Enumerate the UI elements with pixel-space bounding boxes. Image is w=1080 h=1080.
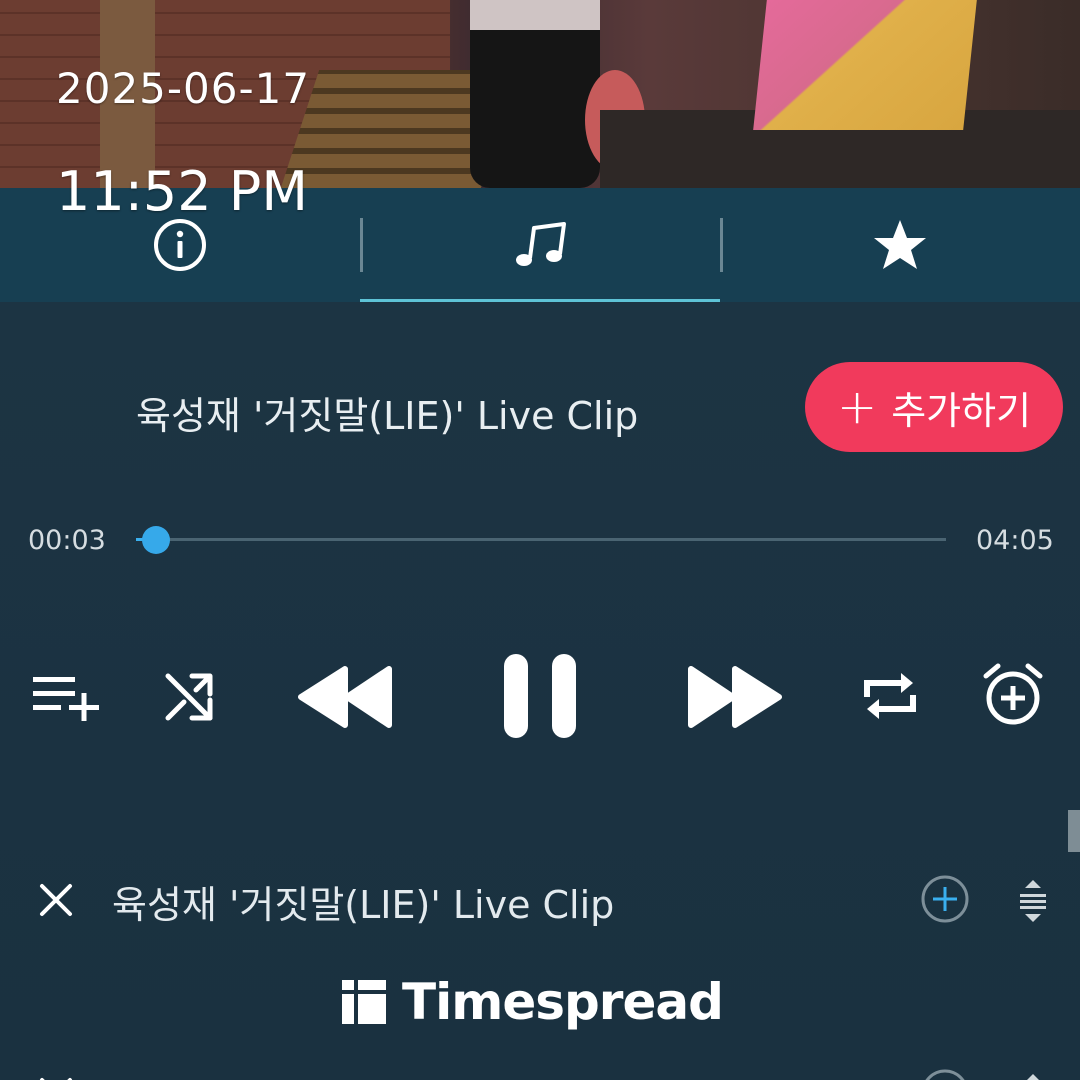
rewind-button[interactable] — [294, 664, 396, 730]
pause-button[interactable] — [500, 652, 580, 740]
tab-favorites[interactable] — [720, 188, 1080, 302]
shuffle-icon — [165, 673, 213, 721]
tab-music[interactable] — [360, 188, 720, 302]
queue-item-title: 하프 — [112, 1068, 182, 1080]
timespread-watermark: Timespread — [340, 972, 724, 1032]
timespread-logo-icon — [342, 980, 386, 1024]
music-note-icon — [516, 222, 566, 266]
seek-bar[interactable] — [136, 526, 946, 554]
remove-from-queue-button[interactable] — [36, 1072, 76, 1080]
queue-item-drag-handle[interactable] — [1014, 876, 1052, 930]
pause-icon — [504, 654, 576, 738]
overlay-date: 2025-06-17 — [56, 64, 311, 113]
plus-icon: + — [836, 379, 878, 435]
scrollbar-thumb[interactable] — [1068, 810, 1080, 852]
queue-item[interactable]: 육성재 '거짓말(LIE)' Live Clip — [0, 860, 1080, 940]
fast-forward-button[interactable] — [684, 664, 786, 730]
repeat-button[interactable] — [860, 666, 920, 726]
queue-item-title: 육성재 '거짓말(LIE)' Live Clip — [112, 883, 615, 927]
close-icon — [40, 1078, 72, 1080]
drag-handle-icon — [1020, 880, 1046, 922]
shuffle-button[interactable] — [160, 666, 220, 726]
remove-from-queue-button[interactable] — [36, 878, 76, 922]
queue-item-add-button[interactable] — [920, 1068, 970, 1080]
queue-item-drag-handle[interactable] — [1014, 1070, 1052, 1080]
add-button[interactable]: + 추가하기 — [805, 362, 1063, 452]
close-icon — [40, 884, 72, 916]
watermark-text: Timespread — [402, 973, 724, 1031]
repeat-icon — [864, 673, 916, 719]
rewind-icon — [298, 666, 392, 728]
video-scene-person — [470, 0, 600, 188]
queue-item-add-button[interactable] — [920, 874, 970, 928]
add-button-label: 추가하기 — [891, 388, 1032, 433]
seek-bar-thumb[interactable] — [142, 526, 170, 554]
alarm-add-icon — [983, 663, 1043, 725]
plus-circle-icon — [925, 1069, 965, 1080]
plus-circle-icon — [921, 875, 969, 923]
add-to-playlist-button[interactable] — [30, 668, 102, 724]
sleep-timer-button[interactable] — [980, 662, 1046, 728]
info-icon — [154, 219, 206, 271]
now-playing-title: 육성재 '거짓말(LIE)' Live Clip — [136, 394, 639, 438]
star-icon — [874, 220, 926, 269]
video-scene-poster — [753, 0, 977, 130]
total-duration: 04:05 — [976, 525, 1054, 556]
add-to-playlist-icon — [33, 677, 99, 721]
drag-handle-icon — [1027, 1074, 1039, 1080]
overlay-time: 11:52 PM — [56, 160, 308, 223]
queue-item[interactable]: 하프 — [0, 1054, 1080, 1080]
fast-forward-icon — [688, 666, 782, 728]
elapsed-time: 00:03 — [28, 525, 106, 556]
player-panel: 육성재 '거짓말(LIE)' Live Clip + 추가하기 00:03 04… — [0, 302, 1080, 1080]
